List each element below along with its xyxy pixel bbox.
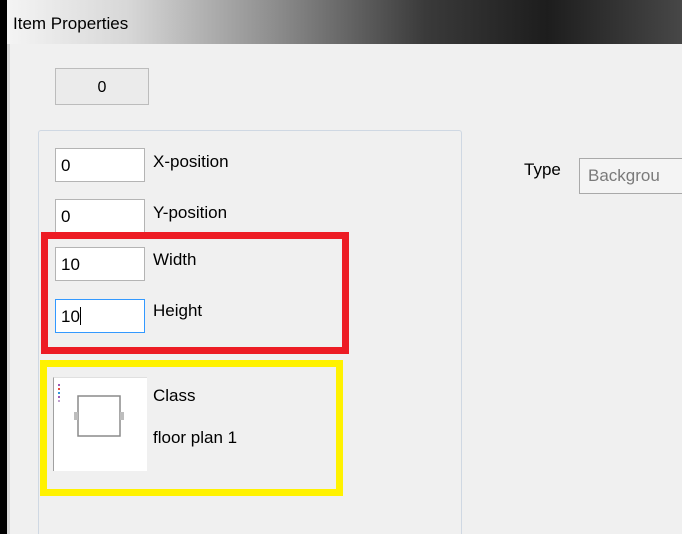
window-client-area: 0 0 X-position 0 Y-position 10 Width 10 … [7, 44, 682, 534]
size-highlight-box [41, 232, 349, 354]
y-position-label: Y-position [153, 203, 228, 222]
y-position-input[interactable]: 0 [55, 199, 145, 233]
type-label: Type [524, 160, 561, 179]
item-id-display: 0 [55, 68, 149, 105]
window-title: Item Properties [13, 14, 129, 33]
left-edge-divider [7, 44, 10, 534]
type-dropdown[interactable]: Backgrou [579, 158, 682, 194]
x-position-input[interactable]: 0 [55, 148, 145, 182]
item-properties-window: Item Properties 0 0 X-position 0 Y-posit… [0, 0, 682, 534]
class-highlight-box [40, 360, 343, 496]
x-position-label: X-position [153, 152, 229, 171]
title-bar[interactable]: Item Properties [7, 0, 682, 44]
